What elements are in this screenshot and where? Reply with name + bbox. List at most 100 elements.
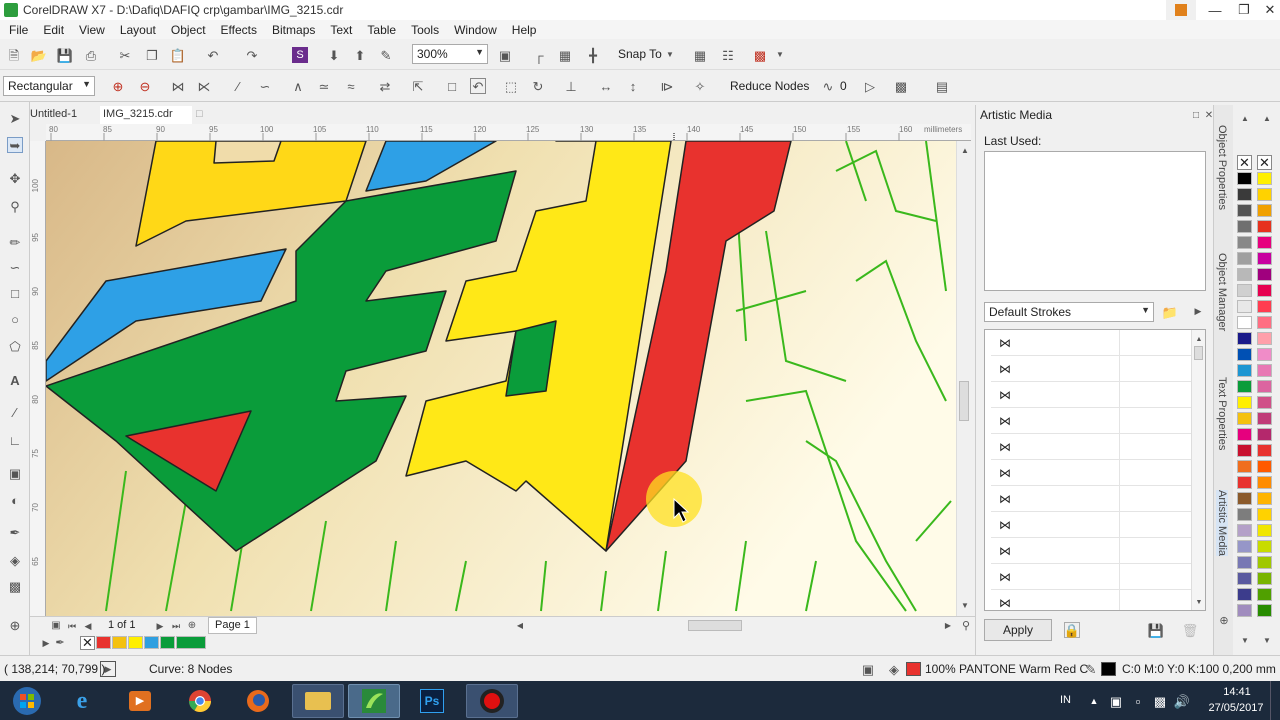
palette-color-swatch[interactable] <box>1257 364 1272 377</box>
zoom-level-select[interactable]: 300% ▼ <box>412 44 488 64</box>
no-color-swatch[interactable]: ✕ <box>80 636 95 650</box>
ellipse-tool-icon[interactable]: ○ <box>7 311 23 327</box>
polygon-tool-icon[interactable]: ⬠ <box>7 338 23 354</box>
no-color-swatch[interactable]: ✕ <box>1237 155 1252 170</box>
symmetrical-node-icon[interactable]: ≈ <box>343 78 359 94</box>
menu-edit[interactable]: Edit <box>38 23 69 37</box>
menu-help[interactable]: Help <box>507 23 542 37</box>
docker-menu-icon[interactable]: ▶ <box>1190 303 1206 319</box>
next-page-icon[interactable]: ▶ <box>152 618 168 634</box>
palette-color-swatch[interactable] <box>1237 220 1252 233</box>
document-color-swatch[interactable] <box>144 636 159 649</box>
new-document-icon[interactable]: 🗎 <box>6 47 22 63</box>
paste-icon[interactable]: 📋 <box>170 47 186 63</box>
palette-color-swatch[interactable] <box>1237 460 1252 473</box>
menu-window[interactable]: Window <box>449 23 502 37</box>
add-nodes-icon[interactable]: ⊕ <box>110 78 126 94</box>
menu-tools[interactable]: Tools <box>406 23 444 37</box>
quick-customize-icon[interactable]: ▤ <box>934 78 950 94</box>
palette-scroll-up-icon[interactable]: ▲ <box>1259 111 1275 127</box>
drop-shadow-tool-icon[interactable]: ▣ <box>7 465 23 481</box>
palette-color-swatch[interactable] <box>1257 540 1272 553</box>
palette-color-swatch[interactable] <box>1237 428 1252 441</box>
menu-table[interactable]: Table <box>362 23 401 37</box>
office-icon[interactable] <box>1166 0 1196 20</box>
drawing-canvas[interactable] <box>46 141 956 616</box>
publish-pdf-icon[interactable]: ✎ <box>378 47 394 63</box>
break-curve-icon[interactable]: ⋉ <box>196 78 212 94</box>
taskbar-media-player[interactable]: ▶ <box>118 684 162 718</box>
palette-color-swatch[interactable] <box>1237 556 1252 569</box>
taskbar-chrome[interactable] <box>178 684 222 718</box>
palette-color-swatch[interactable] <box>1237 540 1252 553</box>
show-grid-icon[interactable]: ▦ <box>557 47 573 63</box>
scroll-thumb[interactable] <box>1194 346 1203 360</box>
stroke-item[interactable]: ⋈ <box>991 460 1203 486</box>
palette-color-swatch[interactable] <box>1257 220 1272 233</box>
palette-color-swatch[interactable] <box>1257 348 1272 361</box>
scroll-right-icon[interactable]: ▶ <box>940 618 956 634</box>
snap-to-button[interactable]: Snap To <box>618 47 662 61</box>
zoom-navigator-icon[interactable]: ⚲ <box>958 618 974 634</box>
palette-color-swatch[interactable] <box>1237 268 1252 281</box>
palette-color-swatch[interactable] <box>1237 300 1252 313</box>
palette-color-swatch[interactable] <box>1257 524 1272 537</box>
stroke-item[interactable]: ⋈ <box>991 564 1203 590</box>
elastic-mode-icon[interactable]: ⧐ <box>659 78 675 94</box>
color-proofing-icon[interactable]: ▣ <box>860 661 876 677</box>
show-hidden-icons-icon[interactable]: ▲ <box>1086 693 1102 709</box>
palette-color-swatch[interactable] <box>1257 396 1272 409</box>
new-tab-icon[interactable]: □ <box>196 106 208 124</box>
stroke-item[interactable]: ⋈ <box>991 512 1203 538</box>
palette-color-swatch[interactable] <box>1257 204 1272 217</box>
show-desktop-button[interactable] <box>1270 681 1280 720</box>
palette-color-swatch[interactable] <box>1237 316 1252 329</box>
cut-icon[interactable]: ✂ <box>117 47 133 63</box>
interactive-fill-tool-icon[interactable]: ◈ <box>7 552 23 568</box>
stroke-list[interactable]: ⋈ ⋈ ⋈ ⋈ ⋈ ⋈ ⋈ ⋈ ⋈ ⋈ ⋈ ▲ ▼ <box>984 329 1206 611</box>
add-docker-icon[interactable]: ⊕ <box>1216 613 1232 629</box>
smooth-node-icon[interactable]: ≃ <box>316 78 332 94</box>
tray-icon[interactable]: ▣ <box>1108 693 1124 709</box>
tab-untitled-1[interactable]: Untitled-1 <box>30 106 100 124</box>
no-color-swatch[interactable]: ✕ <box>1257 155 1272 170</box>
palette-color-swatch[interactable] <box>1237 476 1252 489</box>
tab-img-3215[interactable]: IMG_3215.cdr <box>100 106 192 124</box>
mirror-horizontal-icon[interactable]: ↔ <box>598 78 614 94</box>
stroke-item[interactable]: ⋈ <box>991 356 1203 382</box>
stroke-list-scrollbar[interactable]: ▲ ▼ <box>1191 330 1205 610</box>
palette-color-swatch[interactable] <box>1257 252 1272 265</box>
menu-effects[interactable]: Effects <box>216 23 262 37</box>
search-content-icon[interactable]: S <box>292 47 308 63</box>
page-options-icon[interactable]: ▣ <box>48 618 64 634</box>
scroll-up-icon[interactable]: ▲ <box>957 143 973 159</box>
stroke-item[interactable]: ⋈ <box>991 434 1203 460</box>
document-color-swatch[interactable] <box>160 636 175 649</box>
stroke-item[interactable]: ⋈ <box>991 538 1203 564</box>
chevron-down-icon[interactable]: ▼ <box>662 47 678 63</box>
palette-color-swatch[interactable] <box>1257 604 1272 617</box>
eyedropper-icon[interactable]: ✒ <box>52 635 68 651</box>
palette-color-swatch[interactable] <box>1257 172 1272 185</box>
reduce-nodes-button[interactable]: Reduce Nodes <box>730 79 809 93</box>
palette-color-swatch[interactable] <box>1237 396 1252 409</box>
palette-scroll-up-icon[interactable]: ▲ <box>1237 111 1253 127</box>
palette-color-swatch[interactable] <box>1257 492 1272 505</box>
menu-object[interactable]: Object <box>166 23 211 37</box>
palette-color-swatch[interactable] <box>1237 348 1252 361</box>
export-icon[interactable]: ⬆ <box>352 47 368 63</box>
palette-scroll-down-icon[interactable]: ▼ <box>1259 633 1275 649</box>
extract-subpath-icon[interactable]: □ <box>444 78 460 94</box>
network-icon[interactable]: ▫ <box>1130 693 1146 709</box>
document-color-swatch[interactable] <box>96 636 111 649</box>
connector-tool-icon[interactable]: ∟ <box>7 432 23 448</box>
show-rulers-icon[interactable]: ┌ <box>531 47 547 63</box>
tab-object-manager[interactable]: Object Manager <box>1216 253 1228 331</box>
palette-color-swatch[interactable] <box>1257 588 1272 601</box>
crop-tool-icon[interactable]: ✥ <box>7 170 23 186</box>
parallel-dimension-tool-icon[interactable]: ∕ <box>7 404 23 420</box>
palette-color-swatch[interactable] <box>1257 412 1272 425</box>
quick-customize-icon[interactable]: ⊕ <box>7 617 23 633</box>
rectangle-tool-icon[interactable]: □ <box>7 285 23 301</box>
welcome-screen-icon[interactable]: ▩ <box>752 47 768 63</box>
